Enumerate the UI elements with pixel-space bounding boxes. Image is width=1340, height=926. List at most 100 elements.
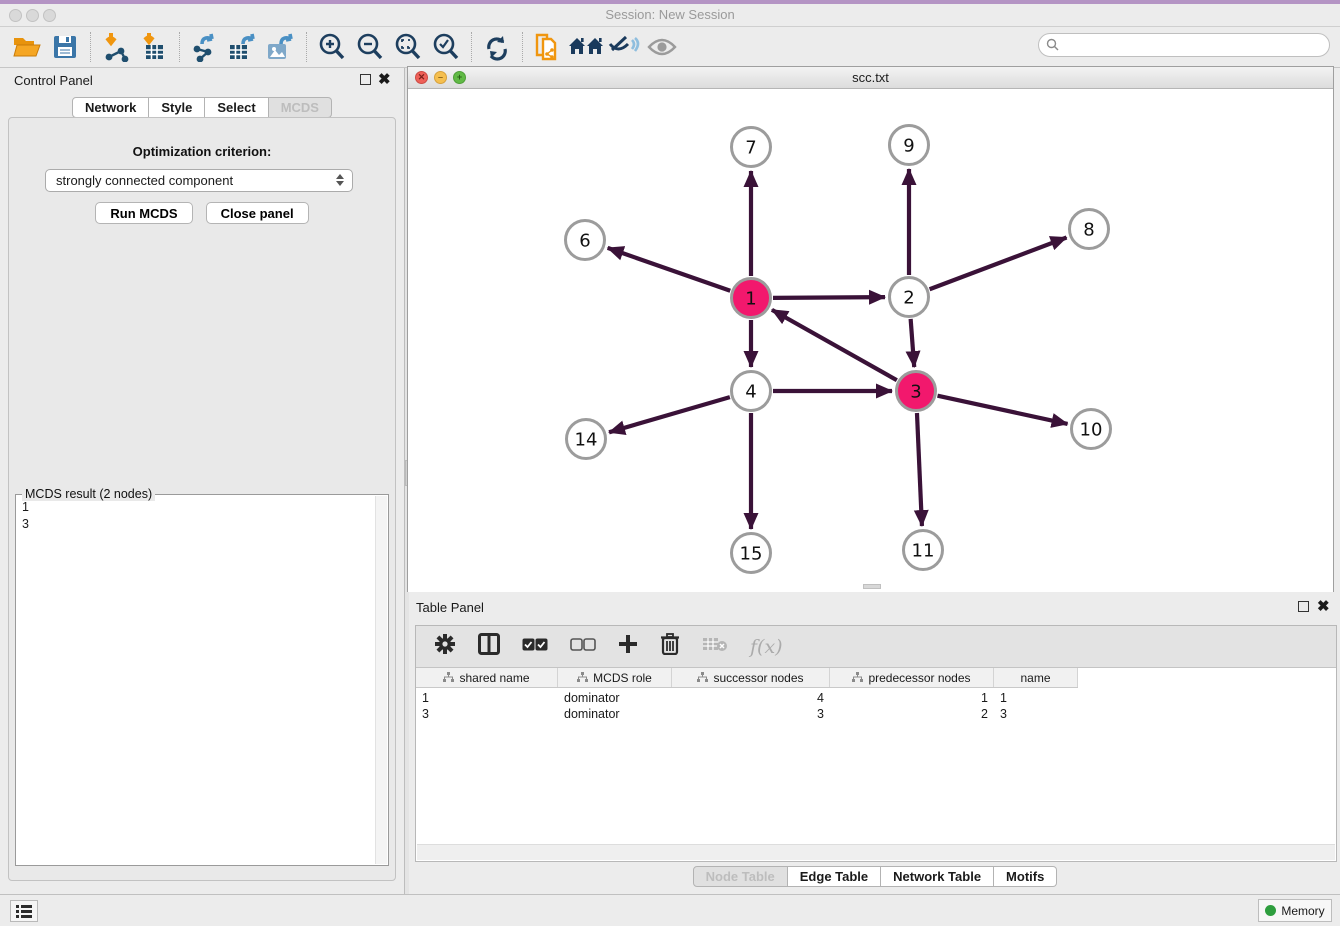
memory-button[interactable]: Memory	[1258, 899, 1332, 922]
control-panel-tabs: Network Style Select MCDS	[0, 97, 404, 118]
graph-node-label: 4	[745, 381, 756, 402]
graph-edge-2-3[interactable]	[911, 319, 915, 367]
window-top-accent	[0, 0, 1340, 4]
control-panel: Control Panel ✖ Network Style Select MCD…	[0, 68, 404, 894]
result-line: 3	[22, 516, 374, 533]
mcds-panel: Optimization criterion: strongly connect…	[8, 117, 396, 881]
graph-edge-1-2[interactable]	[773, 297, 885, 298]
network-window: ✕ – + scc.txt 7968124314101511	[407, 66, 1334, 592]
hide-selected-icon[interactable]	[605, 31, 643, 63]
criterion-dropdown[interactable]: strongly connected component	[45, 169, 353, 192]
run-mcds-button[interactable]: Run MCDS	[95, 202, 192, 224]
network-window-titlebar: ✕ – + scc.txt	[408, 67, 1333, 89]
search-icon	[1046, 38, 1059, 56]
graph-node-label: 15	[740, 543, 763, 564]
zoom-out-icon[interactable]	[351, 31, 389, 63]
export-network-icon[interactable]	[186, 31, 224, 63]
select-all-icon[interactable]	[522, 638, 548, 656]
table-tabs: Node Table Edge Table Network Table Moti…	[410, 866, 1340, 887]
table-panel-title: Table Panel	[416, 600, 484, 615]
task-history-button[interactable]	[10, 900, 38, 922]
graph-node-label: 6	[579, 230, 590, 251]
search-input[interactable]	[1038, 33, 1330, 57]
table-scrollbar[interactable]	[417, 844, 1335, 860]
table-body: 1 dominator 4 1 1 3 dominator 3 2 3	[416, 690, 1336, 722]
close-table-panel-icon[interactable]: ✖	[1317, 601, 1330, 612]
refresh-icon[interactable]	[478, 31, 516, 63]
table-row[interactable]: 3 dominator 3 2 3	[416, 706, 1336, 722]
tab-motifs[interactable]: Motifs	[994, 866, 1057, 887]
tab-mcds[interactable]: MCDS	[269, 97, 332, 118]
column-header-shared-name[interactable]: shared name	[416, 668, 558, 687]
search-box	[1038, 33, 1330, 57]
network-window-title: scc.txt	[408, 70, 1333, 85]
window-titlebar: Session: New Session	[0, 0, 1340, 27]
zoom-selected-icon[interactable]	[427, 31, 465, 63]
import-network-icon[interactable]	[97, 31, 135, 63]
result-scrollbar[interactable]	[375, 496, 387, 864]
table-header-row: shared name MCDS role successor nodes pr…	[416, 668, 1078, 688]
float-table-panel-icon[interactable]	[1298, 601, 1309, 612]
graph-node-label: 9	[903, 135, 914, 156]
network-graph[interactable]: 7968124314101511	[408, 89, 1333, 592]
toolbar-separator	[522, 32, 523, 62]
first-neighbors-icon[interactable]	[567, 31, 605, 63]
node-table-box: f(x) shared name MCDS role successor nod…	[415, 625, 1337, 862]
import-table-icon[interactable]	[135, 31, 173, 63]
add-icon[interactable]	[618, 634, 638, 659]
tab-style[interactable]: Style	[149, 97, 205, 118]
graph-node-label: 10	[1080, 419, 1103, 440]
column-header-mcds-role[interactable]: MCDS role	[558, 668, 672, 687]
tab-network[interactable]: Network	[72, 97, 149, 118]
mcds-result-group: MCDS result (2 nodes) 1 3	[15, 494, 389, 866]
network-scroll-handle[interactable]	[863, 584, 881, 589]
zoom-in-icon[interactable]	[313, 31, 351, 63]
tab-node-table[interactable]: Node Table	[693, 866, 788, 887]
optimization-criterion-label: Optimization criterion:	[9, 144, 395, 159]
column-header-name[interactable]: name	[994, 668, 1078, 687]
graph-edge-3-11[interactable]	[917, 413, 922, 526]
toolbar-separator	[179, 32, 180, 62]
close-panel-button[interactable]: Close panel	[206, 202, 309, 224]
gear-icon[interactable]	[434, 633, 456, 660]
edge-layer	[608, 169, 1068, 529]
table-row[interactable]: 1 dominator 4 1 1	[416, 690, 1336, 706]
clone-network-icon[interactable]	[529, 31, 567, 63]
export-table-icon[interactable]	[224, 31, 262, 63]
graph-node-label: 8	[1083, 219, 1094, 240]
open-session-icon[interactable]	[8, 31, 46, 63]
criterion-value: strongly connected component	[56, 173, 233, 188]
graph-edge-1-6[interactable]	[608, 248, 731, 291]
graph-node-label: 11	[912, 540, 935, 561]
show-all-icon[interactable]	[643, 31, 681, 63]
graph-node-label: 7	[745, 137, 756, 158]
window-title: Session: New Session	[0, 7, 1340, 22]
toolbar-separator	[90, 32, 91, 62]
close-panel-icon[interactable]: ✖	[378, 74, 391, 85]
destroy-table-icon	[702, 636, 728, 657]
mcds-result-text[interactable]: 1 3	[18, 499, 374, 863]
delete-icon[interactable]	[660, 633, 680, 660]
tab-edge-table[interactable]: Edge Table	[788, 866, 881, 887]
tab-select[interactable]: Select	[205, 97, 268, 118]
graph-edge-3-1[interactable]	[772, 310, 897, 380]
save-session-icon[interactable]	[46, 31, 84, 63]
graph-edge-3-10[interactable]	[937, 396, 1067, 424]
column-header-successor-nodes[interactable]: successor nodes	[672, 668, 830, 687]
column-header-predecessor-nodes[interactable]: predecessor nodes	[830, 668, 994, 687]
deselect-all-icon[interactable]	[570, 638, 596, 656]
tab-network-table[interactable]: Network Table	[881, 866, 994, 887]
split-panel-icon[interactable]	[478, 633, 500, 660]
table-toolbar: f(x)	[416, 626, 1336, 668]
graph-edge-2-8[interactable]	[930, 237, 1067, 289]
graph-node-label: 3	[910, 381, 921, 402]
chevron-up-down-icon	[336, 174, 344, 186]
toolbar-separator	[306, 32, 307, 62]
mcds-buttons: Run MCDS Close panel	[9, 202, 395, 224]
result-line: 1	[22, 499, 374, 516]
function-builder-icon: f(x)	[750, 636, 783, 658]
zoom-fit-icon[interactable]	[389, 31, 427, 63]
graph-edge-4-14[interactable]	[609, 397, 730, 432]
float-panel-icon[interactable]	[360, 74, 371, 85]
export-image-icon[interactable]	[262, 31, 300, 63]
